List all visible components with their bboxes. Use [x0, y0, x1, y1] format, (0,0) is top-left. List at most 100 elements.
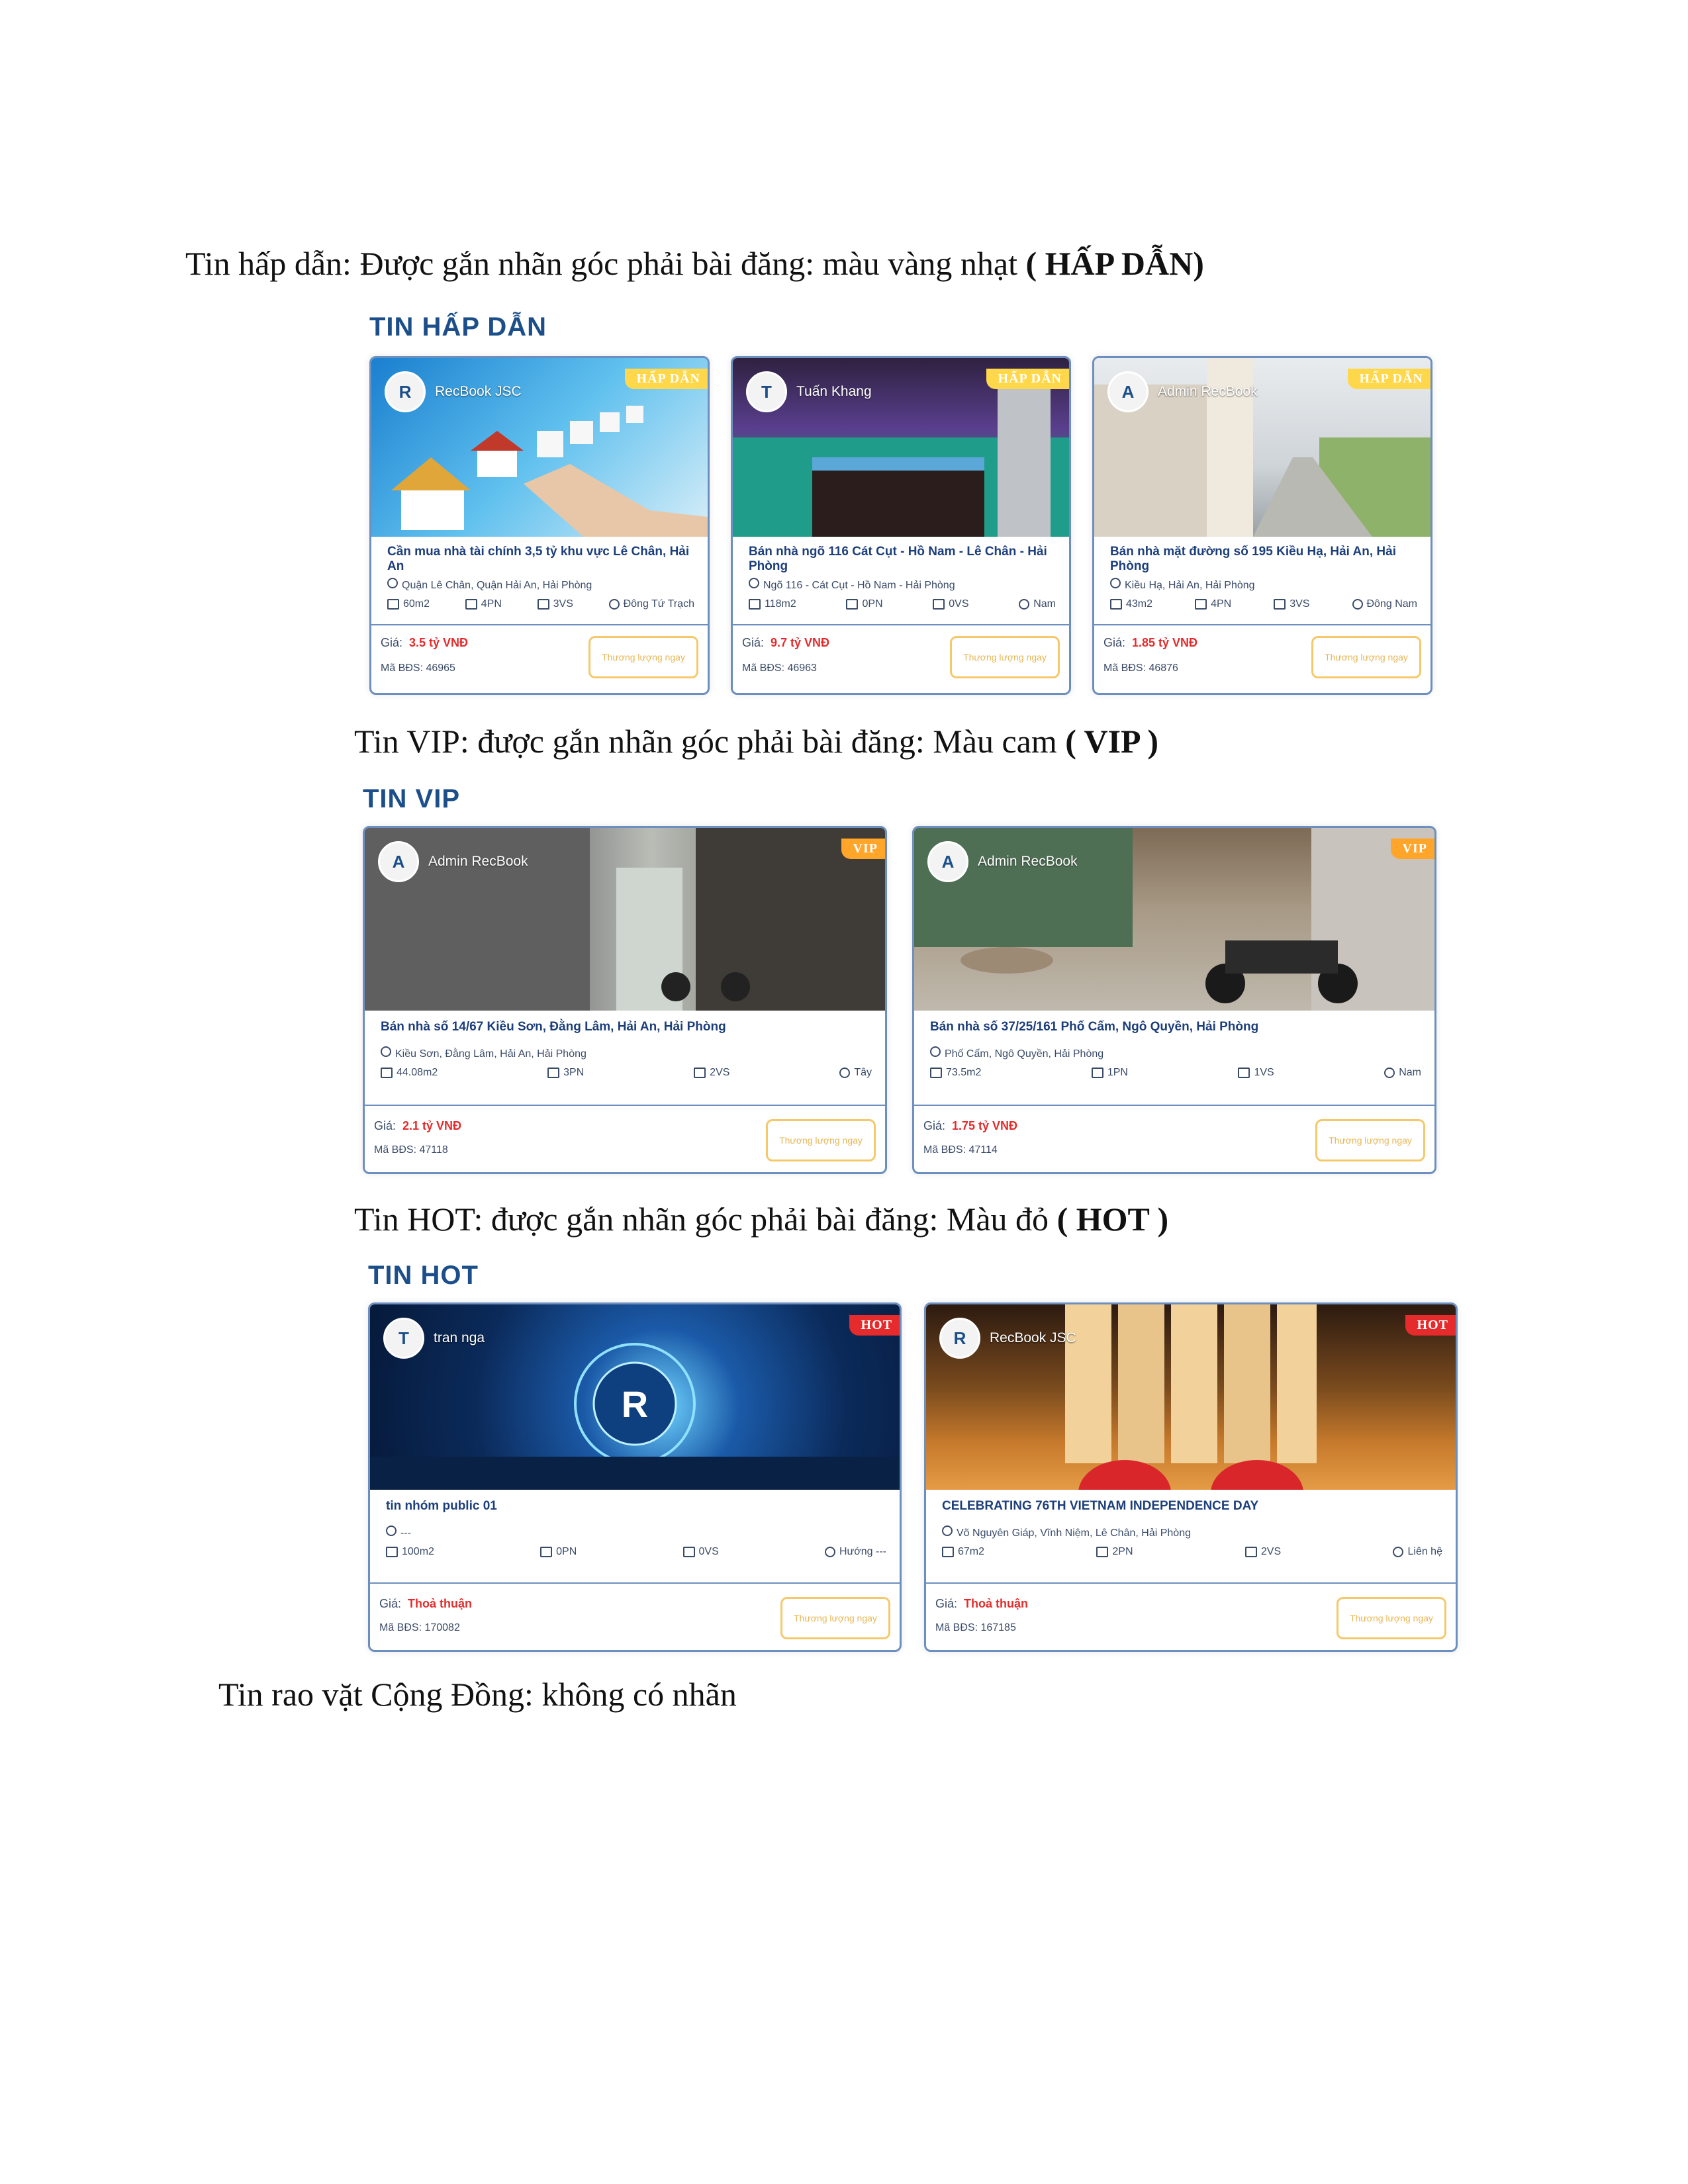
listing-card[interactable]: T Tuấn Khang HẤP DẪN Bán nhà ngõ 116 Cát…: [731, 356, 1071, 695]
direction: Liên hệ: [1393, 1546, 1442, 1558]
listing-address: Ngõ 116 - Cát Cụt - Hồ Nam - Hải Phòng: [749, 578, 1056, 592]
owner-info[interactable]: A Admin RecBook: [927, 841, 1078, 882]
compass-icon: [1384, 1068, 1395, 1078]
bathrooms: 1VS: [1238, 1067, 1274, 1079]
bath-icon: [1244, 1547, 1257, 1557]
bathrooms: 0VS: [933, 598, 969, 610]
bedrooms: 4PN: [1195, 598, 1231, 610]
price: Giá: 9.7 tỷ VNĐ: [742, 636, 830, 649]
bathrooms: 3VS: [1274, 598, 1309, 610]
negotiate-button[interactable]: Thương lượng ngay: [1315, 1119, 1425, 1161]
owner-info[interactable]: A Admin RecBook: [1107, 371, 1258, 412]
bath-icon: [694, 1068, 706, 1078]
negotiate-button[interactable]: Thương lượng ngay: [766, 1119, 876, 1161]
badge-hapdan: HẤP DẪN: [624, 369, 708, 389]
negotiate-button[interactable]: Thương lượng ngay: [588, 636, 698, 678]
negotiate-button[interactable]: Thương lượng ngay: [1336, 1597, 1446, 1639]
listing-title[interactable]: Cần mua nhà tài chính 3,5 tỷ khu vực Lê …: [387, 545, 694, 574]
listing-title[interactable]: Bán nhà ngõ 116 Cát Cụt - Hồ Nam - Lê Ch…: [749, 545, 1056, 574]
area: 100m2: [386, 1546, 434, 1558]
listing-title[interactable]: tin nhóm public 01: [386, 1499, 886, 1514]
section-title-vip: TIN VIP: [363, 784, 461, 813]
paragraph-text: Tin hấp dẫn: Được gắn nhãn góc phải bài …: [185, 245, 1026, 282]
price: Giá: 1.75 tỷ VNĐ: [923, 1119, 1018, 1132]
owner-name: tran nga: [434, 1330, 485, 1345]
listing-image: A Admin RecBook HẤP DẪN: [1094, 358, 1430, 537]
price: Giá: 3.5 tỷ VNĐ: [381, 636, 469, 649]
listing-title[interactable]: Bán nhà mặt đường số 195 Kiều Hạ, Hải An…: [1110, 545, 1417, 574]
listing-card[interactable]: A Admin RecBook HẤP DẪN Bán nhà mặt đườn…: [1092, 356, 1432, 695]
paragraph-hot: Tin HOT: được gắn nhãn góc phải bài đăng…: [354, 1199, 1168, 1239]
price: Giá: 2.1 tỷ VNĐ: [374, 1119, 462, 1132]
listing-card[interactable]: R RecBook JSC HẤP DẪN Cần mua nhà tài ch…: [369, 356, 710, 695]
avatar: R: [939, 1318, 980, 1359]
location-icon: [749, 578, 759, 588]
area-icon: [387, 599, 399, 610]
bedrooms: 1PN: [1091, 1067, 1128, 1079]
location-icon: [942, 1525, 953, 1536]
bed-icon: [1091, 1068, 1103, 1078]
direction: Đông Nam: [1352, 598, 1417, 610]
negotiate-button[interactable]: Thương lượng ngay: [1311, 636, 1421, 678]
negotiate-button[interactable]: Thương lượng ngay: [950, 636, 1060, 678]
bed-icon: [547, 1068, 560, 1078]
owner-name: RecBook JSC: [435, 384, 522, 399]
owner-info[interactable]: T Tuấn Khang: [746, 371, 872, 412]
paragraph-vip: Tin VIP: được gắn nhãn góc phải bài đăng…: [354, 721, 1158, 761]
paragraph-bold: ( HẤP DẪN): [1025, 245, 1204, 282]
listing-title[interactable]: Bán nhà số 37/25/161 Phố Cấm, Ngô Quyền,…: [930, 1020, 1421, 1034]
listing-address: Phố Cấm, Ngô Quyền, Hải Phòng: [930, 1046, 1421, 1060]
divider: [733, 624, 1069, 625]
listing-info: Bán nhà mặt đường số 195 Kiều Hạ, Hải An…: [1110, 545, 1417, 610]
location-icon: [386, 1525, 397, 1536]
listing-address: Quận Lê Chân, Quận Hải An, Hải Phòng: [387, 578, 694, 592]
divider: [926, 1582, 1456, 1584]
listing-card[interactable]: A Admin RecBook VIP Bán nhà số 37/25/161…: [912, 826, 1436, 1174]
bath-icon: [1238, 1068, 1250, 1078]
avatar: A: [1107, 371, 1149, 412]
listing-code: Mã BĐS: 46963: [742, 662, 817, 674]
compass-icon: [608, 599, 620, 610]
divider: [370, 1582, 900, 1584]
avatar: T: [383, 1318, 424, 1359]
listing-specs: 100m2 0PN 0VS Hướng ---: [386, 1546, 886, 1558]
direction: Tây: [839, 1067, 872, 1079]
listing-card[interactable]: R RecBook JSC HOT CELEBRATING 76TH VIETN…: [924, 1302, 1458, 1652]
price: Giá: Thoả thuận: [379, 1597, 473, 1610]
listing-title[interactable]: Bán nhà số 14/67 Kiều Sơn, Đằng Lâm, Hải…: [381, 1020, 872, 1034]
compass-icon: [839, 1068, 851, 1078]
listing-card[interactable]: A Admin RecBook VIP Bán nhà số 14/67 Kiề…: [363, 826, 887, 1174]
listing-card[interactable]: R T tran nga HOT tin nhóm public 01 --- …: [368, 1302, 902, 1652]
divider: [371, 624, 708, 625]
paragraph-text: Tin HOT: được gắn nhãn góc phải bài đăng…: [354, 1201, 1057, 1238]
listing-specs: 43m2 4PN 3VS Đông Nam: [1110, 598, 1417, 610]
negotiate-button[interactable]: Thương lượng ngay: [780, 1597, 890, 1639]
owner-info[interactable]: R RecBook JSC: [939, 1318, 1076, 1359]
bathrooms: 0VS: [682, 1546, 719, 1558]
owner-name: RecBook JSC: [990, 1330, 1076, 1345]
owner-info[interactable]: A Admin RecBook: [378, 841, 528, 882]
listing-title[interactable]: CELEBRATING 76TH VIETNAM INDEPENDENCE DA…: [942, 1499, 1442, 1514]
area: 118m2: [749, 598, 796, 610]
price: Giá: Thoả thuận: [935, 1597, 1029, 1610]
location-icon: [1110, 578, 1121, 588]
bath-icon: [933, 599, 945, 610]
listing-info: CELEBRATING 76TH VIETNAM INDEPENDENCE DA…: [942, 1499, 1442, 1558]
svg-text:R: R: [622, 1383, 648, 1425]
owner-name: Admin RecBook: [1158, 384, 1258, 399]
listing-image: A Admin RecBook VIP: [365, 828, 885, 1011]
listing-image: A Admin RecBook VIP: [914, 828, 1434, 1011]
listing-info: Bán nhà số 37/25/161 Phố Cấm, Ngô Quyền,…: [930, 1020, 1421, 1079]
listing-image: R T tran nga HOT: [370, 1304, 900, 1490]
bath-icon: [682, 1547, 695, 1557]
listing-image: R RecBook JSC HOT: [926, 1304, 1456, 1490]
bathrooms: 3VS: [537, 598, 573, 610]
badge-hapdan: HẤP DẪN: [986, 369, 1069, 389]
bath-icon: [537, 599, 549, 610]
badge-hot: HOT: [1405, 1315, 1456, 1336]
owner-info[interactable]: R RecBook JSC: [385, 371, 522, 412]
owner-info[interactable]: T tran nga: [383, 1318, 485, 1359]
bed-icon: [540, 1547, 553, 1557]
direction: Hướng ---: [825, 1546, 886, 1558]
paragraph-bold: ( VIP ): [1065, 723, 1158, 760]
